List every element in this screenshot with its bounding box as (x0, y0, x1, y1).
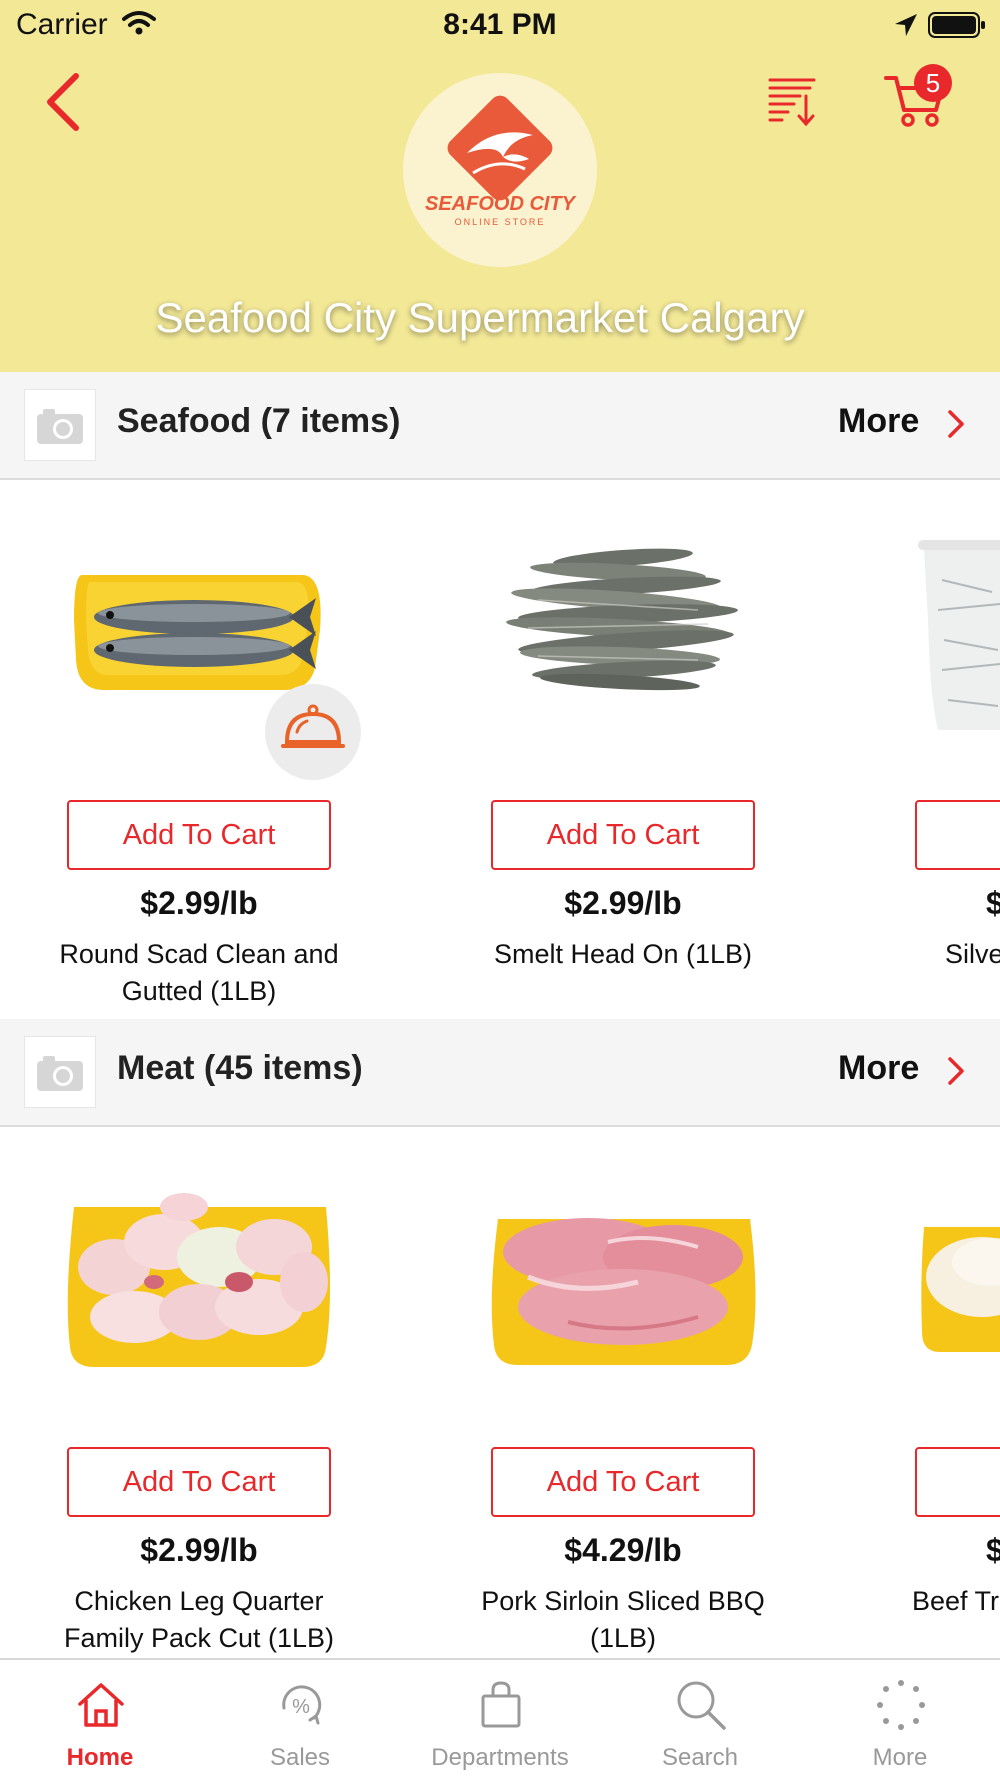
section-header-seafood[interactable]: Seafood (7 items) More (0, 372, 1000, 480)
store-logo: SEAFOOD CITY ONLINE STORE (403, 73, 597, 267)
section-header-meat[interactable]: Meat (45 items) More (0, 1019, 1000, 1127)
home-icon (78, 1683, 124, 1727)
more-dots-icon (877, 1680, 925, 1730)
tab-more[interactable]: More (800, 1660, 1000, 1780)
product-image-smelt[interactable] (458, 500, 788, 770)
cart-count-badge: 5 (914, 64, 952, 102)
chevron-right-icon[interactable] (946, 1055, 966, 1087)
header: Carrier 8:41 PM SEAFOOD CITY ONLINE STOR… (0, 0, 1000, 372)
add-to-cart-button[interactable]: Ad (915, 800, 1000, 870)
add-to-cart-button[interactable]: Add To Cart (491, 800, 755, 870)
section-thumbnail (24, 389, 96, 461)
product-price: $ (986, 1532, 1000, 1568)
product-name: Smelt Head On (1LB) (493, 939, 753, 969)
add-to-cart-button[interactable]: Add To Cart (491, 1447, 755, 1517)
location-arrow-icon (895, 14, 917, 36)
add-to-cart-button[interactable]: Add To Cart (67, 1447, 331, 1517)
store-name: Seafood City Supermarket Calgary (155, 294, 805, 341)
product-image-chicken-leg-quarter[interactable] (34, 1147, 364, 1417)
more-link[interactable]: More (838, 1049, 919, 1088)
product-card[interactable]: Add To Cart $2.99/lb Round Scad Clean an… (34, 500, 364, 1006)
product-price: $2.99/lb (140, 885, 258, 921)
tab-label: Home (66, 1744, 134, 1771)
shopping-bag-icon (481, 1681, 521, 1728)
product-name: Round Scad Clean and Gutted (1LB) (59, 939, 339, 1006)
product-name: Chicken Leg Quarter Family Pack Cut (1LB… (63, 1586, 335, 1653)
section-thumbnail (24, 1036, 96, 1108)
svg-text:%: % (292, 1696, 310, 1718)
product-name: Pork Sirloin Sliced BBQ (1LB) (481, 1586, 765, 1653)
sort-button[interactable] (766, 74, 818, 130)
product-image-pork-sirloin[interactable] (458, 1147, 788, 1417)
tab-sales[interactable]: % Sales (200, 1660, 400, 1780)
battery-icon (928, 12, 985, 38)
tab-label: More (872, 1744, 928, 1771)
tab-label: Departments (431, 1744, 569, 1771)
product-card[interactable]: Add To Cart $4.29/lb Pork Sirloin Sliced… (458, 1147, 788, 1657)
tab-bar: Home % Sales Departments Search More (0, 1658, 1000, 1780)
logo-wordmark: SEAFOOD CITY (425, 193, 577, 215)
seafood-city-logo-icon: SEAFOOD CITY ONLINE STORE (425, 95, 577, 227)
product-price: $4.29/lb (564, 1532, 682, 1568)
product-name: Silve (945, 939, 1000, 969)
percent-tag-icon: % (282, 1685, 322, 1725)
camera-placeholder-icon (37, 409, 83, 444)
product-price: $2.99/lb (564, 885, 682, 921)
section-title: Meat (45 items) (117, 1049, 363, 1087)
back-button[interactable] (40, 70, 90, 134)
camera-placeholder-icon (37, 1056, 83, 1091)
tab-label: Search (661, 1744, 739, 1771)
product-price: $2.99/lb (140, 1532, 258, 1568)
product-name: Beef Tr (912, 1586, 1000, 1616)
product-card[interactable]: Ac $ Beef Tr (882, 1147, 1000, 1657)
product-card[interactable]: Ad $ Silve (882, 500, 1000, 1000)
product-image-beef-tripe[interactable] (882, 1147, 1000, 1417)
more-link[interactable]: More (838, 402, 919, 441)
status-bar: Carrier 8:41 PM (0, 0, 1000, 52)
product-image-silver-fish[interactable] (882, 500, 1000, 770)
add-to-cart-button[interactable]: Ac (915, 1447, 1000, 1517)
section-title: Seafood (7 items) (117, 402, 401, 440)
tab-home[interactable]: Home (0, 1660, 200, 1780)
add-to-cart-button[interactable]: Add To Cart (67, 800, 331, 870)
logo-subtitle: ONLINE STORE (455, 217, 546, 227)
product-card[interactable]: Add To Cart $2.99/lb Chicken Leg Quarter… (34, 1147, 364, 1657)
clock: 8:41 PM (443, 8, 557, 41)
product-card[interactable]: Add To Cart $2.99/lb Smelt Head On (1LB) (458, 500, 788, 1000)
search-icon (677, 1681, 726, 1730)
chevron-right-icon[interactable] (946, 408, 966, 440)
tab-label: Sales (269, 1744, 331, 1771)
product-price: $ (986, 885, 1000, 921)
tab-search[interactable]: Search (600, 1660, 800, 1780)
recipe-cloche-icon[interactable] (265, 684, 361, 780)
tab-departments[interactable]: Departments (400, 1660, 600, 1780)
